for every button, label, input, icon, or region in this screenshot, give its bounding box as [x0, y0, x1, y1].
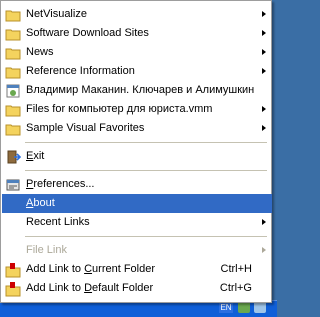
submenu-arrow-icon — [262, 125, 266, 131]
menu-item-label: NetVisualize — [26, 8, 87, 20]
add-to-folder-icon — [5, 263, 21, 278]
menu-item-recent-links[interactable]: Recent Links — [2, 213, 272, 232]
menu-item-label: Владимир Маканин. Ключарев и Алимушкин — [26, 84, 255, 96]
menu-item-file-link: File Link — [2, 241, 272, 260]
menu-item-files-for-lawyer[interactable]: Files for компьютер для юриста.vmm — [2, 100, 272, 119]
menu-item-label: Files for компьютер для юриста.vmm — [26, 103, 213, 115]
add-current-prefix: Add Link to — [26, 263, 85, 275]
recent-links-label: Recent Links — [26, 216, 90, 228]
folder-icon — [5, 48, 21, 60]
add-to-folder-icon — [5, 282, 21, 297]
folder-icon — [5, 29, 21, 41]
shortcut-label: Ctrl+H — [220, 263, 252, 275]
about-label-rest: bout — [33, 197, 55, 209]
folder-icon — [5, 124, 21, 136]
menu-item-reference-information[interactable]: Reference Information — [2, 62, 272, 81]
submenu-arrow-icon — [262, 106, 266, 112]
preferences-label-rest: references... — [33, 178, 95, 190]
submenu-arrow-icon — [262, 219, 266, 225]
menu-item-news[interactable]: News — [2, 43, 272, 62]
submenu-arrow-icon — [262, 247, 266, 253]
add-current-mnemonic: C — [84, 263, 93, 275]
add-current-rest: urrent Folder — [92, 263, 156, 275]
menu-item-makanin-link[interactable]: Владимир Маканин. Ключарев и Алимушкин — [2, 81, 272, 100]
menu-item-label: Software Download Sites — [26, 27, 149, 39]
exit-label-rest: xit — [33, 150, 45, 162]
folder-icon — [5, 10, 21, 22]
preferences-icon — [6, 179, 20, 191]
add-default-rest: efault Folder — [92, 282, 154, 294]
submenu-arrow-icon — [262, 49, 266, 55]
menu-item-label: News — [26, 46, 54, 58]
menu-separator — [25, 236, 267, 237]
menu-item-about[interactable]: About — [2, 194, 272, 213]
menu-item-software-download-sites[interactable]: Software Download Sites — [2, 24, 272, 43]
menu-item-preferences[interactable]: Preferences... — [2, 175, 272, 194]
menu-item-netvisualize[interactable]: NetVisualize — [2, 5, 272, 24]
shortcut-label: Ctrl+G — [219, 282, 252, 294]
folder-icon — [5, 67, 21, 79]
menu-item-sample-visual-favorites[interactable]: Sample Visual Favorites — [2, 119, 272, 138]
add-default-prefix: Add Link to — [26, 282, 85, 294]
language-indicator[interactable]: EN — [219, 302, 233, 313]
menu-separator — [25, 142, 267, 143]
file-link-label: File Link — [26, 244, 67, 256]
submenu-arrow-icon — [262, 68, 266, 74]
add-default-mnemonic: D — [84, 282, 93, 294]
submenu-arrow-icon — [262, 30, 266, 36]
menu-item-label: Sample Visual Favorites — [26, 122, 145, 134]
submenu-arrow-icon — [262, 11, 266, 17]
menu-item-add-link-current-folder[interactable]: Add Link to Current Folder Ctrl+H — [2, 260, 272, 279]
menu-item-exit[interactable]: Exit — [2, 147, 272, 166]
menu-item-label: Reference Information — [26, 65, 135, 77]
exit-door-icon — [7, 150, 21, 164]
menu-separator — [25, 170, 267, 171]
context-menu: NetVisualize Software Download Sites New… — [0, 0, 272, 303]
folder-icon — [5, 105, 21, 117]
menu-item-add-link-default-folder[interactable]: Add Link to Default Folder Ctrl+G — [2, 279, 272, 298]
web-link-icon — [6, 84, 20, 98]
